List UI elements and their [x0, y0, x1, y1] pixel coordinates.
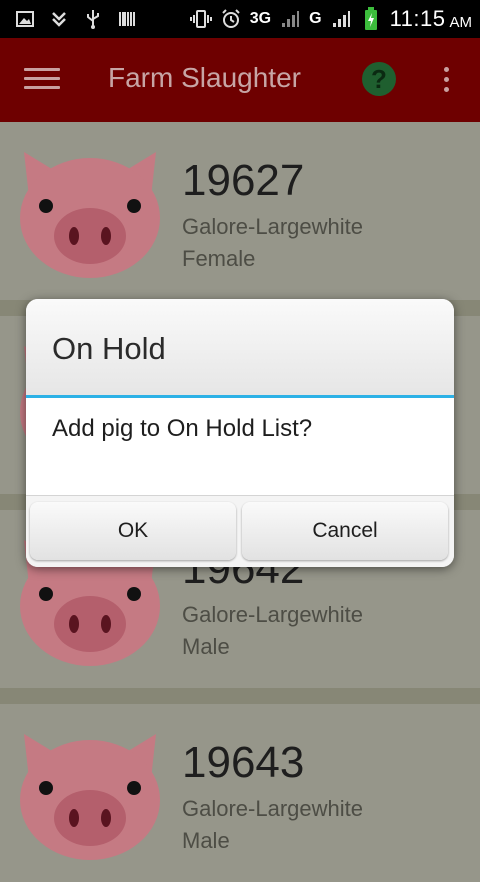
clock-time: 11:15 [389, 6, 446, 31]
overflow-menu-icon[interactable] [436, 64, 456, 100]
network-type-label: 3G [249, 10, 272, 27]
download-icon [48, 8, 70, 30]
pig-breed: Galore-Largewhite [182, 602, 363, 627]
usb-icon [82, 8, 104, 30]
pig-icon [20, 734, 160, 860]
pig-sex: Female [182, 246, 256, 271]
pig-id: 19627 [182, 156, 305, 205]
pig-card[interactable]: 19643 Galore-Largewhite Male [0, 704, 480, 882]
cancel-button[interactable]: Cancel [242, 502, 448, 560]
gallery-icon [14, 8, 36, 30]
dialog-button-bar: OK Cancel [26, 495, 454, 567]
pig-breed: Galore-Largewhite [182, 214, 363, 239]
alarm-icon [220, 8, 242, 30]
status-bar: 3G G 11:15 AM [0, 0, 480, 38]
barcode-icon [116, 8, 138, 30]
clock-ampm: AM [449, 13, 473, 31]
signal-icon [279, 8, 301, 30]
pig-sex: Male [182, 828, 230, 853]
pig-sex: Male [182, 634, 230, 659]
dialog-message: Add pig to On Hold List? [52, 415, 313, 442]
network-type-label-2: G [309, 10, 322, 27]
signal-icon-2 [330, 8, 352, 30]
pig-id: 19643 [182, 738, 305, 787]
vibrate-icon [189, 8, 212, 30]
menu-icon[interactable] [24, 64, 60, 96]
app-title: Farm Slaughter [108, 62, 301, 93]
app-bar: Farm Slaughter ? [0, 38, 480, 122]
dialog-title: On Hold [52, 331, 166, 366]
pig-icon [20, 152, 160, 278]
pig-card[interactable]: 19627 Galore-Largewhite Female [0, 122, 480, 300]
on-hold-dialog: On Hold Add pig to On Hold List? OK Canc… [26, 299, 454, 567]
ok-button[interactable]: OK [30, 502, 236, 560]
help-icon[interactable]: ? [362, 62, 396, 96]
pig-breed: Galore-Largewhite [182, 796, 363, 821]
dialog-title-bar: On Hold [26, 299, 454, 398]
battery-charging-icon [360, 7, 382, 30]
